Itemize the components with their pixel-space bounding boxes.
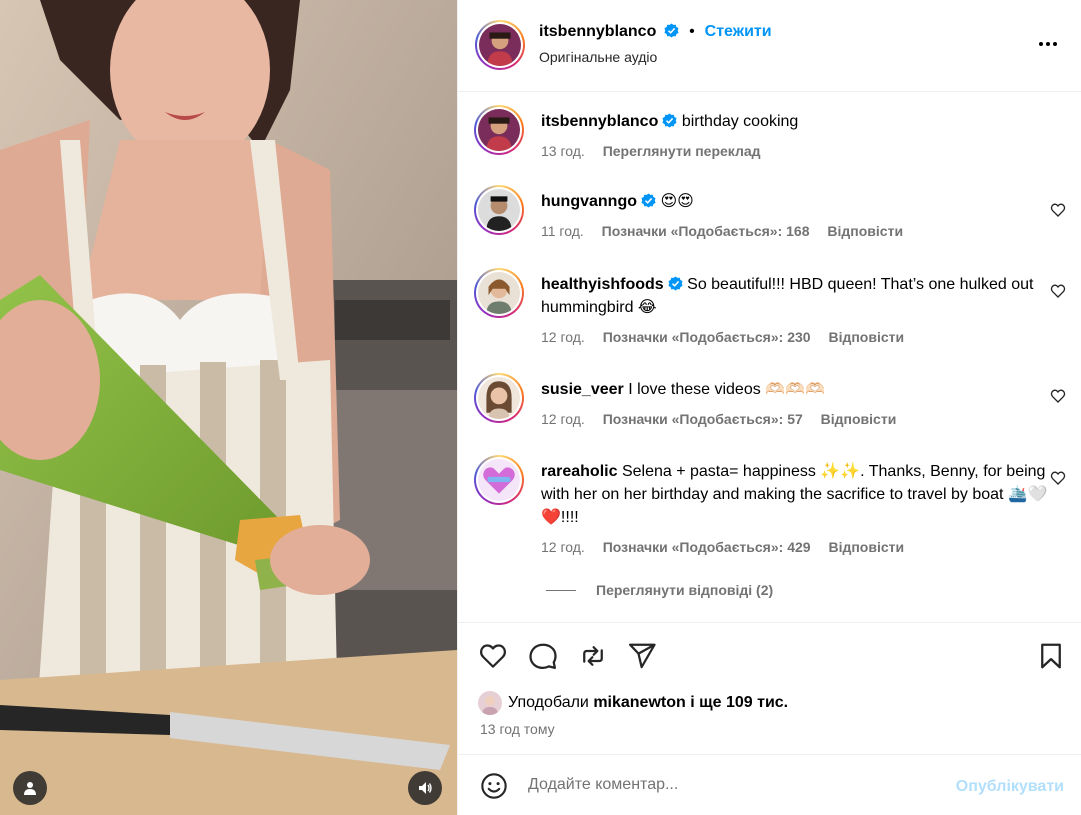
comment-likes-count[interactable]: Позначки «Подобається»: 57 <box>603 411 803 427</box>
video-frame-illustration <box>0 0 457 815</box>
comment-time: 12 год. <box>541 329 585 345</box>
commenter-avatar[interactable] <box>474 373 524 423</box>
author-avatar[interactable] <box>475 20 525 70</box>
caption-avatar[interactable] <box>474 105 524 155</box>
likes-others-count[interactable]: і ще 109 тис. <box>690 694 788 712</box>
comment-username[interactable]: susie_veer <box>541 381 624 398</box>
caption-text: birthday cooking <box>681 113 799 130</box>
commenter-avatar[interactable] <box>474 268 524 318</box>
comment-text: Selena + pasta= happiness ✨✨. Thanks, Be… <box>541 463 1048 526</box>
send-icon[interactable] <box>627 641 657 671</box>
comment-like-heart-icon[interactable] <box>1050 388 1066 404</box>
comment-composer: Опублікувати <box>458 754 1081 815</box>
verified-badge-icon <box>662 113 677 128</box>
heart-icon[interactable] <box>478 641 508 671</box>
comment-icon[interactable] <box>528 641 558 671</box>
sound-toggle-button[interactable] <box>408 771 442 805</box>
verified-badge-icon <box>641 193 656 208</box>
comment-username[interactable]: healthyishfoods <box>541 276 664 293</box>
liker-username[interactable]: mikanewton <box>593 694 685 712</box>
replies-divider-line <box>546 589 576 591</box>
verified-badge-icon <box>664 23 679 38</box>
likes-prefix: Уподобали <box>508 694 589 711</box>
comment-likes-count[interactable]: Позначки «Подобається»: 168 <box>602 223 810 239</box>
comment-username[interactable]: rareaholic <box>541 463 617 480</box>
post-caption: itsbennyblanco birthday cooking 13 год. … <box>474 105 1074 175</box>
avatar-image <box>479 24 521 66</box>
post-actions: Уподобали mikanewton і ще 109 тис. 13 го… <box>458 622 1081 754</box>
caption-time: 13 год. <box>541 143 585 159</box>
publish-button[interactable]: Опублікувати <box>956 778 1064 796</box>
comment-item: rareaholic Selena + pasta= happiness ✨✨.… <box>474 455 1074 565</box>
reply-button[interactable]: Відповісти <box>828 539 904 555</box>
comment-time: 12 год. <box>541 539 585 555</box>
instagram-post-view: itsbennyblanco • Стежити Оригінальне ауд… <box>0 0 1081 815</box>
commenter-avatar[interactable] <box>474 185 524 235</box>
original-audio-link[interactable]: Оригінальне аудіо <box>539 49 657 65</box>
comments-list[interactable]: itsbennyblanco birthday cooking 13 год. … <box>458 92 1081 622</box>
comment-item: susie_veer I love these videos 🫶🏻🫶🏻🫶🏻 12… <box>474 373 1074 443</box>
repost-icon[interactable] <box>578 641 608 671</box>
sound-icon <box>419 782 432 794</box>
author-username[interactable]: itsbennyblanco <box>539 23 656 40</box>
comment-like-heart-icon[interactable] <box>1050 470 1066 486</box>
user-tag-button[interactable] <box>13 771 47 805</box>
view-replies-label: Переглянути відповіді (2) <box>596 582 774 598</box>
comment-text: 😍😍 <box>660 193 694 210</box>
comment-item: hungvanngo 😍😍 11 год. Позначки «Подобаєт… <box>474 185 1074 255</box>
header-separator: • <box>689 23 695 40</box>
commenter-avatar[interactable] <box>474 455 524 505</box>
post-header: itsbennyblanco • Стежити Оригінальне ауд… <box>458 0 1081 92</box>
follow-button[interactable]: Стежити <box>705 23 772 40</box>
comment-likes-count[interactable]: Позначки «Подобається»: 429 <box>603 539 811 555</box>
post-time: 13 год тому <box>480 721 555 737</box>
reply-button[interactable]: Відповісти <box>821 411 897 427</box>
bookmark-icon[interactable] <box>1036 641 1066 671</box>
comment-like-heart-icon[interactable] <box>1050 202 1066 218</box>
comment-username[interactable]: hungvanngo <box>541 193 637 210</box>
comment-like-heart-icon[interactable] <box>1050 283 1066 299</box>
comment-time: 12 год. <box>541 411 585 427</box>
reply-button[interactable]: Відповісти <box>828 329 904 345</box>
comment-likes-count[interactable]: Позначки «Подобається»: 230 <box>603 329 811 345</box>
post-side-panel: itsbennyblanco • Стежити Оригінальне ауд… <box>457 0 1081 815</box>
post-video[interactable] <box>0 0 457 815</box>
caption-username[interactable]: itsbennyblanco <box>541 113 658 130</box>
likes-summary[interactable]: Уподобали mikanewton і ще 109 тис. <box>478 691 788 715</box>
reply-button[interactable]: Відповісти <box>827 223 903 239</box>
emoji-icon[interactable] <box>480 772 508 800</box>
comment-input[interactable] <box>528 772 928 798</box>
comment-item: healthyishfoods So beautiful!!! HBD quee… <box>474 268 1074 358</box>
verified-badge-icon <box>668 276 683 291</box>
liker-avatar[interactable] <box>478 691 502 715</box>
user-tag-icon <box>24 782 36 795</box>
view-replies-button[interactable]: Переглянути відповіді (2) <box>546 582 773 598</box>
comment-text: I love these videos 🫶🏻🫶🏻🫶🏻 <box>628 381 825 398</box>
comment-time: 11 год. <box>541 223 584 239</box>
more-options-icon[interactable] <box>1036 32 1060 56</box>
see-translation-link[interactable]: Переглянути переклад <box>603 143 761 159</box>
